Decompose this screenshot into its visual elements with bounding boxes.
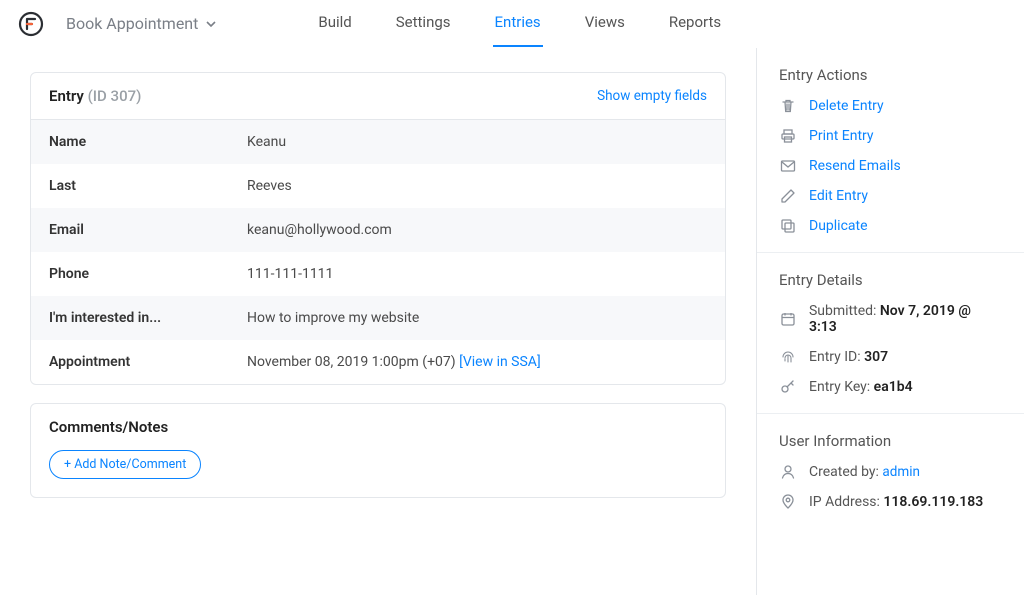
edit-entry-action[interactable]: Edit Entry bbox=[779, 188, 1002, 204]
entry-details-title: Entry Details bbox=[779, 271, 1002, 289]
print-entry-action[interactable]: Print Entry bbox=[779, 128, 1002, 144]
entry-card-header: Entry (ID 307) Show empty fields bbox=[31, 73, 725, 119]
caret-down-icon bbox=[206, 21, 216, 27]
field-row: Appointment November 08, 2019 1:00pm (+0… bbox=[31, 340, 725, 384]
created-by-link[interactable]: admin bbox=[882, 464, 920, 480]
field-value: Reeves bbox=[247, 178, 707, 194]
entry-details-section: Entry Details Submitted: Nov 7, 2019 @ 3… bbox=[757, 253, 1024, 414]
tab-build[interactable]: Build bbox=[316, 1, 353, 47]
detail-value: 118.69.119.183 bbox=[883, 494, 983, 510]
print-icon bbox=[779, 128, 797, 144]
trash-icon bbox=[779, 98, 797, 114]
detail-label: Entry ID: bbox=[809, 349, 864, 365]
user-info-title: User Information bbox=[779, 432, 1002, 450]
field-label: I'm interested in... bbox=[49, 310, 247, 326]
action-label: Duplicate bbox=[809, 218, 868, 234]
detail-text: Entry ID: 307 bbox=[809, 349, 888, 365]
form-selector[interactable]: Book Appointment bbox=[66, 14, 216, 33]
field-label: Name bbox=[49, 134, 247, 150]
view-in-ssa-link[interactable]: [View in SSA] bbox=[459, 354, 541, 370]
detail-label: Created by: bbox=[809, 464, 882, 480]
user-created-by: Created by: admin bbox=[779, 464, 1002, 480]
entry-card: Entry (ID 307) Show empty fields Name Ke… bbox=[30, 72, 726, 385]
fingerprint-icon bbox=[779, 349, 797, 365]
field-label: Appointment bbox=[49, 354, 247, 370]
detail-value: 307 bbox=[864, 349, 888, 365]
appointment-text: November 08, 2019 1:00pm (+07) bbox=[247, 354, 456, 370]
field-label: Email bbox=[49, 222, 247, 238]
user-ip-address: IP Address: 118.69.119.183 bbox=[779, 494, 1002, 510]
field-label: Last bbox=[49, 178, 247, 194]
detail-text: Created by: admin bbox=[809, 464, 920, 480]
field-value: Keanu bbox=[247, 134, 707, 150]
field-row: I'm interested in... How to improve my w… bbox=[31, 296, 725, 340]
mail-icon bbox=[779, 158, 797, 174]
tab-views[interactable]: Views bbox=[583, 1, 627, 47]
entry-actions-title: Entry Actions bbox=[779, 66, 1002, 84]
field-value: keanu@hollywood.com bbox=[247, 222, 707, 238]
entry-card-title: Entry (ID 307) bbox=[49, 87, 141, 105]
detail-text: IP Address: 118.69.119.183 bbox=[809, 494, 983, 510]
field-value: 111-111-1111 bbox=[247, 266, 707, 282]
field-row: Phone 111-111-1111 bbox=[31, 252, 725, 296]
tab-reports[interactable]: Reports bbox=[667, 1, 723, 47]
comments-body: + Add Note/Comment bbox=[31, 450, 725, 497]
entry-details-list: Submitted: Nov 7, 2019 @ 3:13 Entry ID: … bbox=[779, 303, 1002, 395]
user-info-section: User Information Created by: admin IP A bbox=[757, 414, 1024, 528]
user-info-list: Created by: admin IP Address: 118.69.119… bbox=[779, 464, 1002, 510]
add-note-button[interactable]: + Add Note/Comment bbox=[49, 450, 201, 479]
field-label: Phone bbox=[49, 266, 247, 282]
field-row: Name Keanu bbox=[31, 120, 725, 164]
action-label: Edit Entry bbox=[809, 188, 868, 204]
comments-card: Comments/Notes + Add Note/Comment bbox=[30, 403, 726, 498]
duplicate-icon bbox=[779, 218, 797, 234]
entry-title-prefix: Entry bbox=[49, 87, 84, 105]
detail-text: Submitted: Nov 7, 2019 @ 3:13 bbox=[809, 303, 1002, 335]
field-value: November 08, 2019 1:00pm (+07) [View in … bbox=[247, 354, 707, 370]
detail-entry-id: Entry ID: 307 bbox=[779, 349, 1002, 365]
detail-value: ea1b4 bbox=[874, 379, 913, 395]
action-label: Print Entry bbox=[809, 128, 874, 144]
tab-settings[interactable]: Settings bbox=[394, 1, 453, 47]
calendar-icon bbox=[779, 311, 797, 327]
comments-title: Comments/Notes bbox=[49, 418, 168, 436]
show-empty-fields-link[interactable]: Show empty fields bbox=[597, 88, 707, 104]
entry-title-suffix: (ID 307) bbox=[88, 87, 142, 105]
detail-entry-key: Entry Key: ea1b4 bbox=[779, 379, 1002, 395]
detail-label: Entry Key: bbox=[809, 379, 874, 395]
entry-actions-section: Entry Actions Delete Entry Print Entry bbox=[757, 48, 1024, 253]
user-icon bbox=[779, 464, 797, 480]
pencil-icon bbox=[779, 188, 797, 204]
entry-actions-list: Delete Entry Print Entry Resend Emails bbox=[779, 98, 1002, 234]
resend-emails-action[interactable]: Resend Emails bbox=[779, 158, 1002, 174]
app-logo bbox=[18, 11, 44, 37]
main-panel: Entry (ID 307) Show empty fields Name Ke… bbox=[0, 48, 756, 595]
tab-entries[interactable]: Entries bbox=[493, 1, 543, 47]
field-row: Email keanu@hollywood.com bbox=[31, 208, 725, 252]
detail-label: IP Address: bbox=[809, 494, 883, 510]
sidebar-panel: Entry Actions Delete Entry Print Entry bbox=[756, 48, 1024, 595]
content: Entry (ID 307) Show empty fields Name Ke… bbox=[0, 48, 1024, 595]
field-value: How to improve my website bbox=[247, 310, 707, 326]
form-selector-label: Book Appointment bbox=[66, 14, 198, 33]
detail-submitted: Submitted: Nov 7, 2019 @ 3:13 bbox=[779, 303, 1002, 335]
nav-tabs: Build Settings Entries Views Reports bbox=[316, 1, 723, 47]
action-label: Delete Entry bbox=[809, 98, 884, 114]
comments-header: Comments/Notes bbox=[31, 404, 725, 450]
key-icon bbox=[779, 379, 797, 395]
logo-icon bbox=[18, 11, 44, 37]
field-row: Last Reeves bbox=[31, 164, 725, 208]
detail-label: Submitted: bbox=[809, 303, 880, 319]
topbar: Book Appointment Build Settings Entries … bbox=[0, 0, 1024, 48]
action-label: Resend Emails bbox=[809, 158, 901, 174]
location-icon bbox=[779, 494, 797, 510]
duplicate-action[interactable]: Duplicate bbox=[779, 218, 1002, 234]
delete-entry-action[interactable]: Delete Entry bbox=[779, 98, 1002, 114]
entry-fields: Name Keanu Last Reeves Email keanu@holly… bbox=[31, 119, 725, 384]
detail-text: Entry Key: ea1b4 bbox=[809, 379, 913, 395]
